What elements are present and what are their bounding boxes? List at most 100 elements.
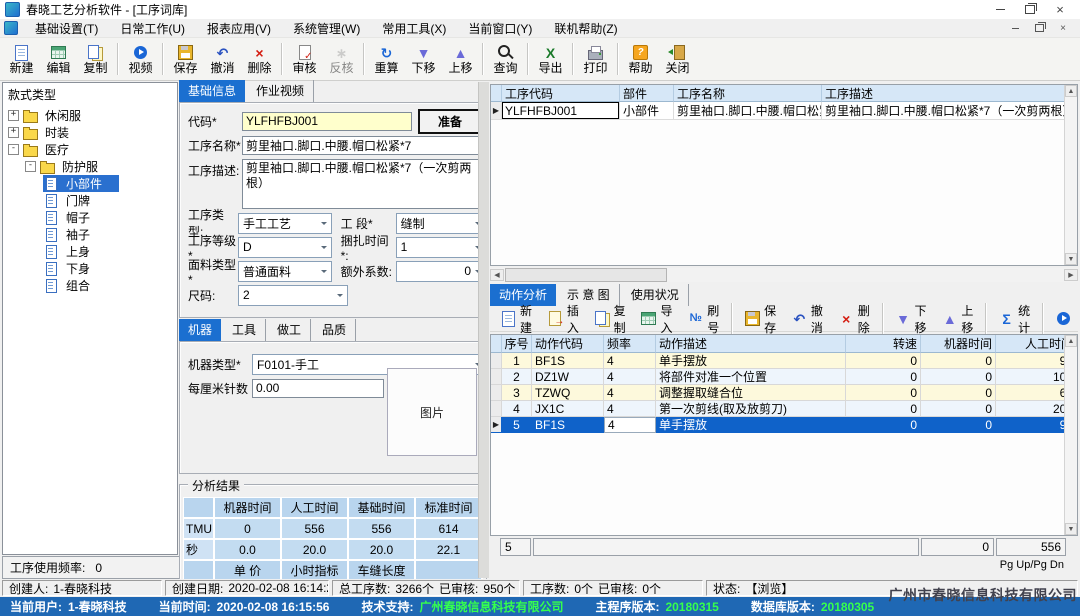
move-down-button[interactable]: ▼ 下移 — [405, 39, 442, 80]
mdi-child-icon[interactable] — [4, 21, 18, 35]
tab-quality[interactable]: 品质 — [313, 319, 356, 341]
restore-icon[interactable] — [1015, 0, 1045, 19]
scroll-right-icon[interactable]: ▶ — [1064, 269, 1078, 281]
col-rpm[interactable]: 转速 — [846, 335, 921, 353]
action-delete-button[interactable]: × 删除 — [832, 300, 877, 338]
col-part[interactable]: 部件 — [620, 85, 674, 102]
process-name-input[interactable]: 剪里袖口.脚口.中腰.帽口松紧*7 — [242, 136, 480, 155]
col-process-code[interactable]: 工序代码 — [502, 85, 620, 102]
tab-work-video[interactable]: 作业视频 — [247, 80, 314, 102]
stage-select[interactable]: 缝制 — [396, 213, 486, 234]
frequency-edit-cell[interactable]: 4 — [604, 417, 656, 433]
minimize-icon[interactable] — [985, 0, 1015, 19]
scroll-down-icon[interactable]: ▼ — [1065, 253, 1077, 265]
col-seq[interactable]: 序号 — [502, 335, 532, 353]
tree-item-hat[interactable]: 帽子 — [3, 209, 177, 226]
prepare-button[interactable]: 准备 — [418, 109, 482, 134]
edit-button[interactable]: 编辑 — [40, 39, 77, 80]
action-import-button[interactable]: 导入 — [634, 300, 679, 338]
menu-current-window[interactable]: 当前窗口(Y) — [457, 19, 543, 37]
tree-item-small-parts-selected[interactable]: 小部件 — [3, 175, 177, 192]
action-video-button[interactable] — [1049, 308, 1078, 329]
expand-icon[interactable]: + — [8, 110, 19, 121]
action-new-button[interactable]: 新建 — [494, 300, 539, 338]
print-button[interactable]: 打印 — [577, 39, 614, 80]
menu-daily-work[interactable]: 日常工作(U) — [109, 19, 196, 37]
process-type-select[interactable]: 手工工艺 — [238, 213, 332, 234]
scroll-down-icon[interactable]: ▼ — [1065, 523, 1077, 535]
tree-item-door-plate[interactable]: 门牌 — [3, 192, 177, 209]
copy-button[interactable]: 复制 — [77, 39, 114, 80]
tree-item-protective-suit[interactable]: - 防护服 — [3, 158, 177, 175]
table-row[interactable]: 4 JX1C 4 第一次剪线(取及放剪刀) 0 0 200 — [491, 401, 1077, 417]
action-save-button[interactable]: 保存 — [738, 300, 783, 338]
table-row[interactable]: ▶ YLFHFBJ001 小部件 剪里袖口.脚口.中腰.帽口松紧*7 剪里袖口.… — [491, 102, 1077, 120]
menu-tools[interactable]: 常用工具(X) — [371, 19, 457, 37]
col-machine-time[interactable]: 机器时间 — [921, 335, 996, 353]
panel-splitter[interactable] — [478, 82, 489, 578]
mdi-restore-icon[interactable] — [1032, 21, 1046, 35]
move-up-button[interactable]: ▲ 上移 — [442, 39, 479, 80]
delete-button[interactable]: × 删除 — [241, 39, 278, 80]
undo-button[interactable]: ↶ 撤消 — [204, 39, 241, 80]
action-move-up-button[interactable]: ▲ 上移 — [935, 300, 980, 338]
col-process-name[interactable]: 工序名称 — [674, 85, 822, 102]
tab-tool[interactable]: 工具 — [223, 319, 266, 341]
tree-item-medical[interactable]: - 医疗 — [3, 141, 177, 158]
help-button[interactable]: ? 帮助 — [622, 39, 659, 80]
menu-system[interactable]: 系统管理(W) — [282, 19, 371, 37]
code-input[interactable]: YLFHFBJ001 — [242, 112, 412, 131]
close-window-button[interactable]: 关闭 — [659, 39, 696, 80]
tree-item-fashion[interactable]: + 时装 — [3, 124, 177, 141]
tree-item-lower-body[interactable]: 下身 — [3, 260, 177, 277]
extra-factor-select[interactable]: 0 — [396, 261, 486, 282]
table-row-selected[interactable]: ▶ 5 BF1S 4 单手摆放 0 0 92 — [491, 417, 1077, 433]
tree-item-upper-body[interactable]: 上身 — [3, 243, 177, 260]
process-table-vscrollbar[interactable]: ▲ ▼ — [1064, 85, 1077, 265]
action-undo-button[interactable]: ↶ 撤消 — [785, 300, 830, 338]
action-insert-button[interactable]: 插入 — [541, 300, 586, 338]
tab-basic-info[interactable]: 基础信息 — [179, 80, 245, 102]
action-move-down-button[interactable]: ▼ 下移 — [889, 300, 934, 338]
export-button[interactable]: X 导出 — [532, 39, 569, 80]
picture-placeholder[interactable]: 图片 — [387, 368, 477, 456]
tab-machine[interactable]: 机器 — [179, 319, 221, 341]
table-row[interactable]: 1 BF1S 4 单手摆放 0 0 92 — [491, 353, 1077, 369]
table-row[interactable]: 3 TZWQ 4 调整握取缝合位 0 0 64 — [491, 385, 1077, 401]
query-button[interactable]: 查询 — [487, 39, 524, 80]
size-select[interactable]: 2 — [238, 285, 348, 306]
action-table-vscrollbar[interactable]: ▲ ▼ — [1064, 335, 1077, 535]
scroll-up-icon[interactable]: ▲ — [1065, 85, 1077, 97]
tab-workmanship[interactable]: 做工 — [268, 319, 311, 341]
col-action-code[interactable]: 动作代码 — [532, 335, 604, 353]
collapse-icon[interactable]: - — [8, 144, 19, 155]
menu-reports[interactable]: 报表应用(V) — [196, 19, 282, 37]
scroll-up-icon[interactable]: ▲ — [1065, 335, 1077, 347]
audit-button[interactable]: 审核 — [286, 39, 323, 80]
new-button[interactable]: 新建 — [3, 39, 40, 80]
mdi-close-icon[interactable]: × — [1056, 21, 1070, 35]
process-grade-select[interactable]: D — [238, 237, 332, 258]
process-desc-textarea[interactable]: 剪里袖口.脚口.中腰.帽口松紧*7（一次剪两根） — [242, 159, 480, 209]
scroll-left-icon[interactable]: ◀ — [490, 269, 504, 281]
fabric-type-select[interactable]: 普通面料 — [238, 261, 332, 282]
video-button[interactable]: 视频 — [122, 39, 159, 80]
tree-item-combination[interactable]: 组合 — [3, 277, 177, 294]
collapse-icon[interactable]: - — [25, 161, 36, 172]
tree-item-sleeve[interactable]: 袖子 — [3, 226, 177, 243]
close-icon[interactable]: × — [1045, 0, 1075, 19]
expand-icon[interactable]: + — [8, 127, 19, 138]
recalculate-button[interactable]: ↻ 重算 — [368, 39, 405, 80]
col-frequency[interactable]: 频率 — [604, 335, 656, 353]
action-renumber-button[interactable]: № 刷号 — [681, 300, 726, 338]
save-button[interactable]: 保存 — [167, 39, 204, 80]
action-statistics-button[interactable]: Σ 统计 — [992, 300, 1037, 338]
stitches-per-cm-input[interactable]: 0.00 — [252, 379, 384, 398]
mdi-minimize-icon[interactable] — [1008, 21, 1022, 35]
col-action-desc[interactable]: 动作描述 — [656, 335, 846, 353]
bundle-time-select[interactable]: 1 — [396, 237, 486, 258]
menu-basic-settings[interactable]: 基础设置(T) — [24, 19, 109, 37]
tree-item-casual[interactable]: + 休闲服 — [3, 107, 177, 124]
process-table-hscrollbar[interactable]: ◀ ▶ — [490, 268, 1078, 282]
col-process-desc[interactable]: 工序描述 — [822, 85, 1077, 102]
